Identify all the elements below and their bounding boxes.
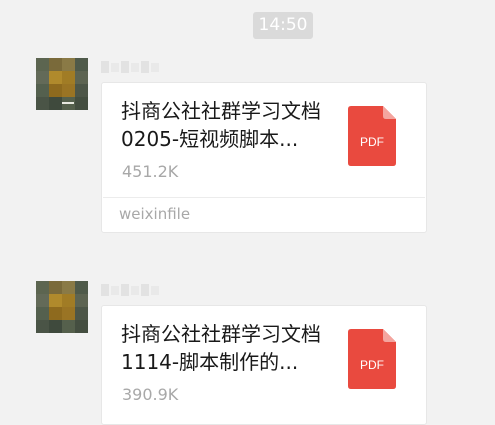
pdf-icon-label: PDF: [360, 135, 384, 149]
file-size: 451.2K: [122, 162, 179, 181]
file-name: 抖商公社社群学习文档1114-脚本制作的...: [121, 322, 321, 374]
avatar-image: [36, 58, 88, 110]
sender-name-redacted: [101, 58, 159, 76]
avatar-image: [36, 281, 88, 333]
pdf-icon-label: PDF: [360, 358, 384, 372]
sender-avatar[interactable]: [36, 58, 88, 110]
sender-avatar[interactable]: [36, 281, 88, 333]
chat-timestamp: 14:50: [253, 12, 313, 39]
file-name: 抖商公社社群学习文档0205-短视频脚本...: [121, 99, 321, 151]
file-message-card[interactable]: 抖商公社社群学习文档0205-短视频脚本... 451.2K PDF weixi…: [101, 82, 427, 233]
file-message-card[interactable]: 抖商公社社群学习文档1114-脚本制作的... 390.9K PDF: [101, 305, 427, 425]
file-source: weixinfile: [119, 205, 191, 223]
pdf-icon: PDF: [348, 329, 396, 389]
pdf-icon: PDF: [348, 106, 396, 166]
sender-name-redacted: [101, 281, 159, 299]
file-size: 390.9K: [122, 385, 179, 404]
card-divider: [103, 197, 425, 198]
